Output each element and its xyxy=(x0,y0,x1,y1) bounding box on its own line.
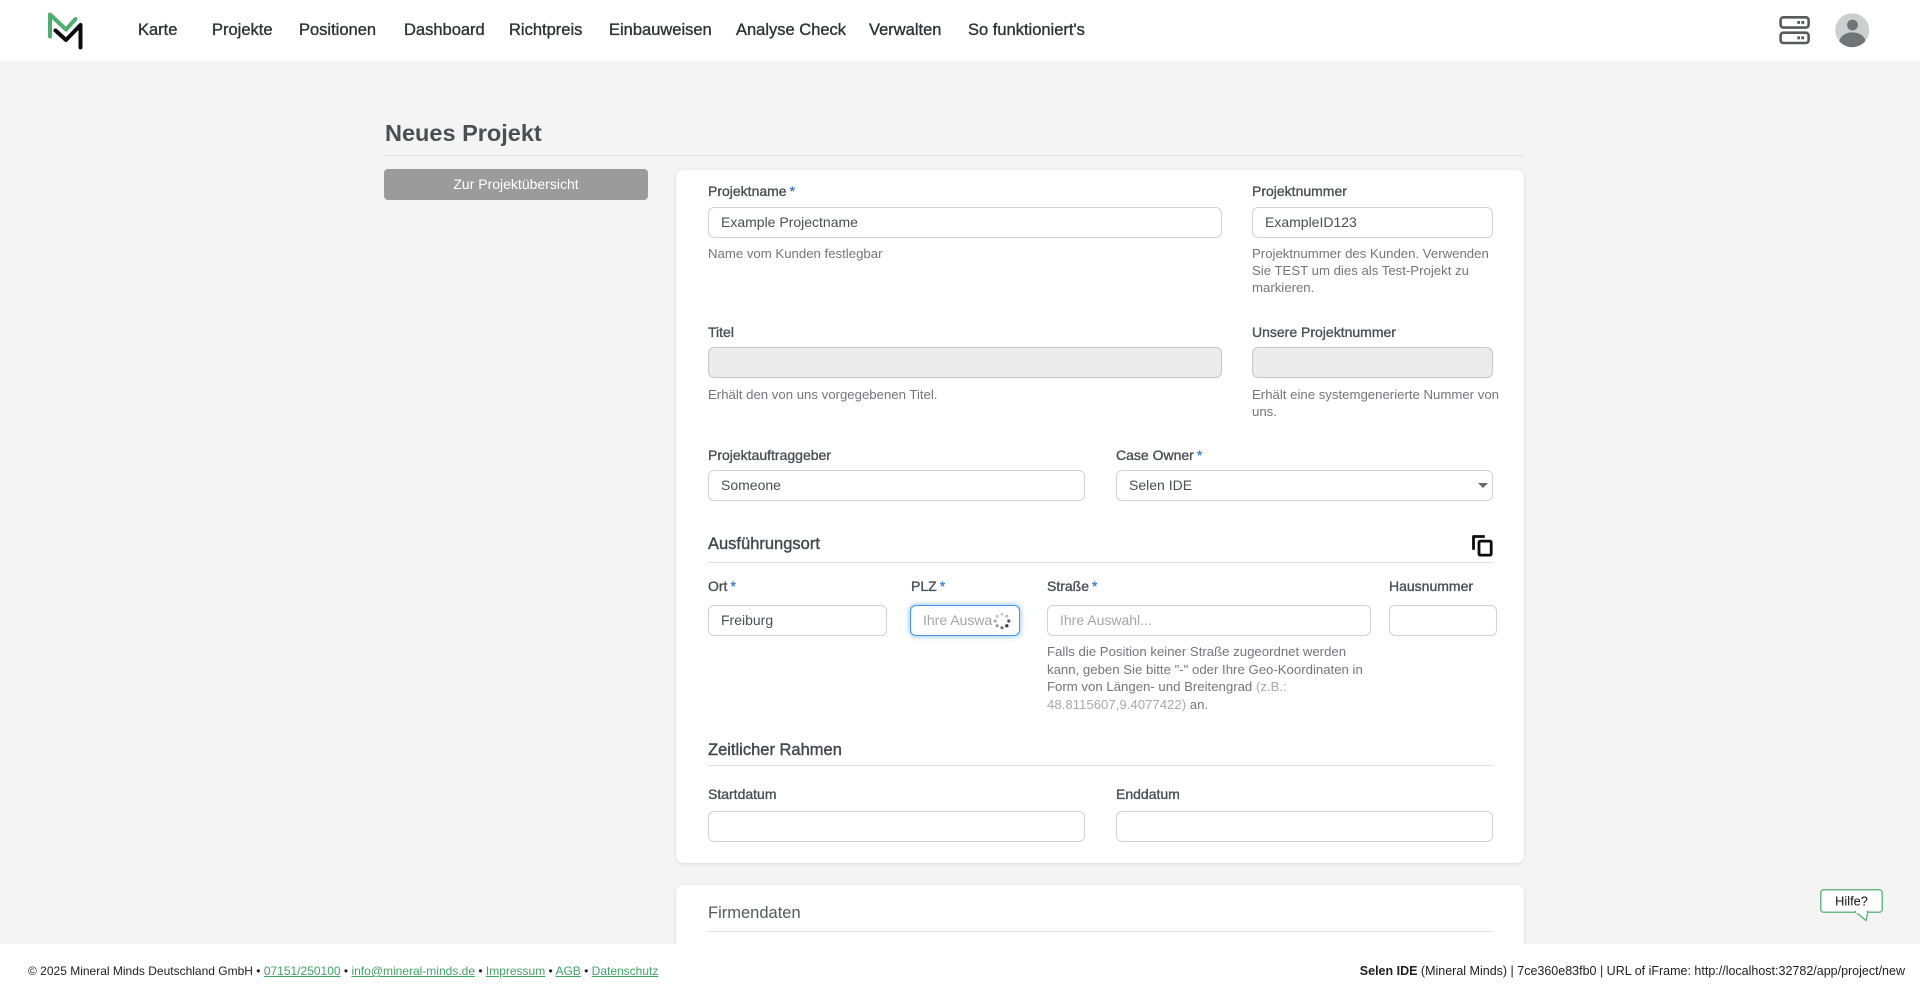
svg-text:Hilfe?: Hilfe? xyxy=(1835,894,1868,909)
